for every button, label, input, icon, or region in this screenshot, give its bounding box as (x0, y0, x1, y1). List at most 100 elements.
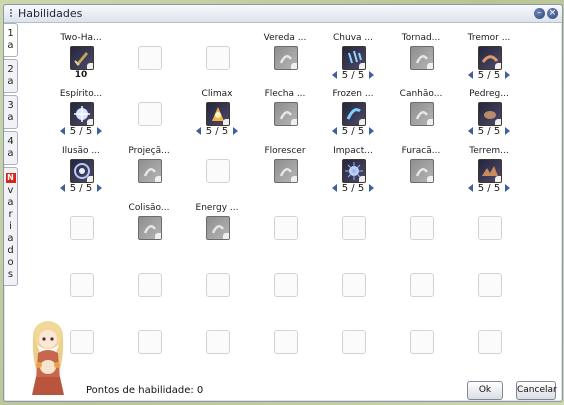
level-decrease-icon[interactable] (332, 127, 337, 135)
level-increase-icon[interactable] (97, 184, 102, 192)
slot-frame (410, 330, 434, 354)
skill-slot[interactable]: Projeçã... (117, 136, 181, 190)
arrow-icon[interactable] (274, 102, 298, 126)
slot-frame (206, 46, 230, 70)
path-icon[interactable] (274, 46, 298, 70)
skill-name: Chuva ... (333, 33, 373, 43)
skill-level: 5 / 5 (321, 183, 385, 194)
level-value: 5 / 5 (341, 183, 365, 194)
energy-icon[interactable] (206, 216, 230, 240)
level-decrease-icon[interactable] (196, 127, 201, 135)
slot-frame (410, 216, 434, 240)
empty-skill-slot (117, 79, 181, 133)
skill-slot[interactable]: Florescer (253, 136, 317, 190)
level-decrease-icon[interactable] (468, 127, 473, 135)
tornado-icon[interactable] (410, 46, 434, 70)
level-decrease-icon[interactable] (60, 127, 65, 135)
skill-name: Projeçã... (128, 146, 170, 156)
title-bar[interactable]: Habilidades – × (4, 5, 562, 23)
footer: Pontos de habilidade: 0 Ok Cancelar (20, 379, 560, 401)
frozen-icon[interactable] (342, 102, 366, 126)
slot-frame (70, 273, 94, 297)
close-button[interactable]: × (547, 8, 558, 19)
skill-slot[interactable]: Ilusão ... 5 / 5 (49, 136, 113, 194)
empty-skill-slot (117, 307, 181, 361)
empty-skill-slot (117, 23, 181, 77)
slot-frame (138, 102, 162, 126)
level-increase-icon[interactable] (369, 71, 374, 79)
stone-icon[interactable] (478, 102, 502, 126)
level-decrease-icon[interactable] (60, 184, 65, 192)
tab-1a[interactable]: 1a (4, 23, 18, 57)
skill-slot[interactable]: Furacã... (389, 136, 453, 190)
skill-name: Furacã... (401, 146, 441, 156)
skill-name: Espírito... (59, 89, 103, 99)
spirit-icon[interactable] (70, 102, 94, 126)
level-increase-icon[interactable] (369, 184, 374, 192)
level-increase-icon[interactable] (369, 127, 374, 135)
skill-name: Impact... (333, 146, 373, 156)
level-decrease-icon[interactable] (332, 71, 337, 79)
illusion-icon[interactable] (70, 159, 94, 183)
skill-slot[interactable]: Chuva ... 5 / 5 (321, 23, 385, 81)
cannon-icon[interactable] (410, 102, 434, 126)
skill-slot[interactable]: Vereda ... (253, 23, 317, 77)
skill-slot[interactable]: Flecha ... (253, 79, 317, 133)
level-increase-icon[interactable] (97, 127, 102, 135)
slot-frame (478, 330, 502, 354)
empty-skill-slot (185, 250, 249, 304)
slot-frame (70, 330, 94, 354)
level-decrease-icon[interactable] (468, 184, 473, 192)
rain-icon[interactable] (342, 46, 366, 70)
skill-slot[interactable]: Espírito... 5 / 5 (49, 79, 113, 137)
empty-skill-slot (389, 307, 453, 361)
minimize-button[interactable]: – (534, 8, 545, 19)
skill-slot[interactable]: Terrem... 5 / 5 (457, 136, 521, 194)
skill-slot[interactable]: Two-Ha... 10 (49, 23, 113, 80)
cancel-button[interactable]: Cancelar (516, 381, 557, 400)
tab-2a[interactable]: 2a (4, 59, 18, 93)
bloom-icon[interactable] (274, 159, 298, 183)
level-decrease-icon[interactable] (332, 184, 337, 192)
tab-variados[interactable]: N variados (4, 167, 18, 286)
skill-slot[interactable]: Frozen ... 5 / 5 (321, 79, 385, 137)
skill-name: Tremor ... (467, 33, 511, 43)
level-increase-icon[interactable] (505, 127, 510, 135)
ok-button[interactable]: Ok (467, 381, 503, 400)
empty-skill-slot (185, 23, 249, 77)
skill-slot[interactable]: Impact... 5 / 5 (321, 136, 385, 194)
projection-icon[interactable] (138, 159, 162, 183)
new-badge: N (5, 173, 16, 183)
tremor-icon[interactable] (478, 46, 502, 70)
climax-icon[interactable] (206, 102, 230, 126)
skill-name: Colisão... (128, 203, 170, 213)
slot-frame (274, 273, 298, 297)
skills-window: Habilidades – × 1a 2a 3a 4a N variados T… (3, 4, 563, 402)
empty-skill-slot (253, 307, 317, 361)
tab-4a[interactable]: 4a (4, 131, 18, 165)
level-increase-icon[interactable] (505, 71, 510, 79)
slot-frame (70, 216, 94, 240)
skill-slot[interactable]: Climax 5 / 5 (185, 79, 249, 137)
slot-frame (138, 330, 162, 354)
skill-slot[interactable]: Pedreg... 5 / 5 (457, 79, 521, 137)
tab-3a[interactable]: 3a (4, 95, 18, 129)
hurricane-icon[interactable] (410, 159, 434, 183)
skill-slot[interactable]: Energy ... (185, 193, 249, 247)
skill-slot[interactable]: Canhão... (389, 79, 453, 133)
level-decrease-icon[interactable] (468, 71, 473, 79)
skill-slot[interactable]: Colisão... (117, 193, 181, 247)
level-increase-icon[interactable] (505, 184, 510, 192)
skill-grid: Two-Ha... 10 Vereda ... Chuva ... 5 / 5 Torna… (20, 23, 560, 379)
two-hand-sword-icon[interactable] (70, 46, 94, 70)
impact-icon[interactable] (342, 159, 366, 183)
earthquake-icon[interactable] (478, 159, 502, 183)
level-increase-icon[interactable] (233, 127, 238, 135)
collision-icon[interactable] (138, 216, 162, 240)
slot-frame (410, 273, 434, 297)
skill-slot[interactable]: Tornad... (389, 23, 453, 77)
slot-frame (138, 273, 162, 297)
slot-frame (342, 273, 366, 297)
empty-skill-slot (321, 193, 385, 247)
skill-slot[interactable]: Tremor ... 5 / 5 (457, 23, 521, 81)
